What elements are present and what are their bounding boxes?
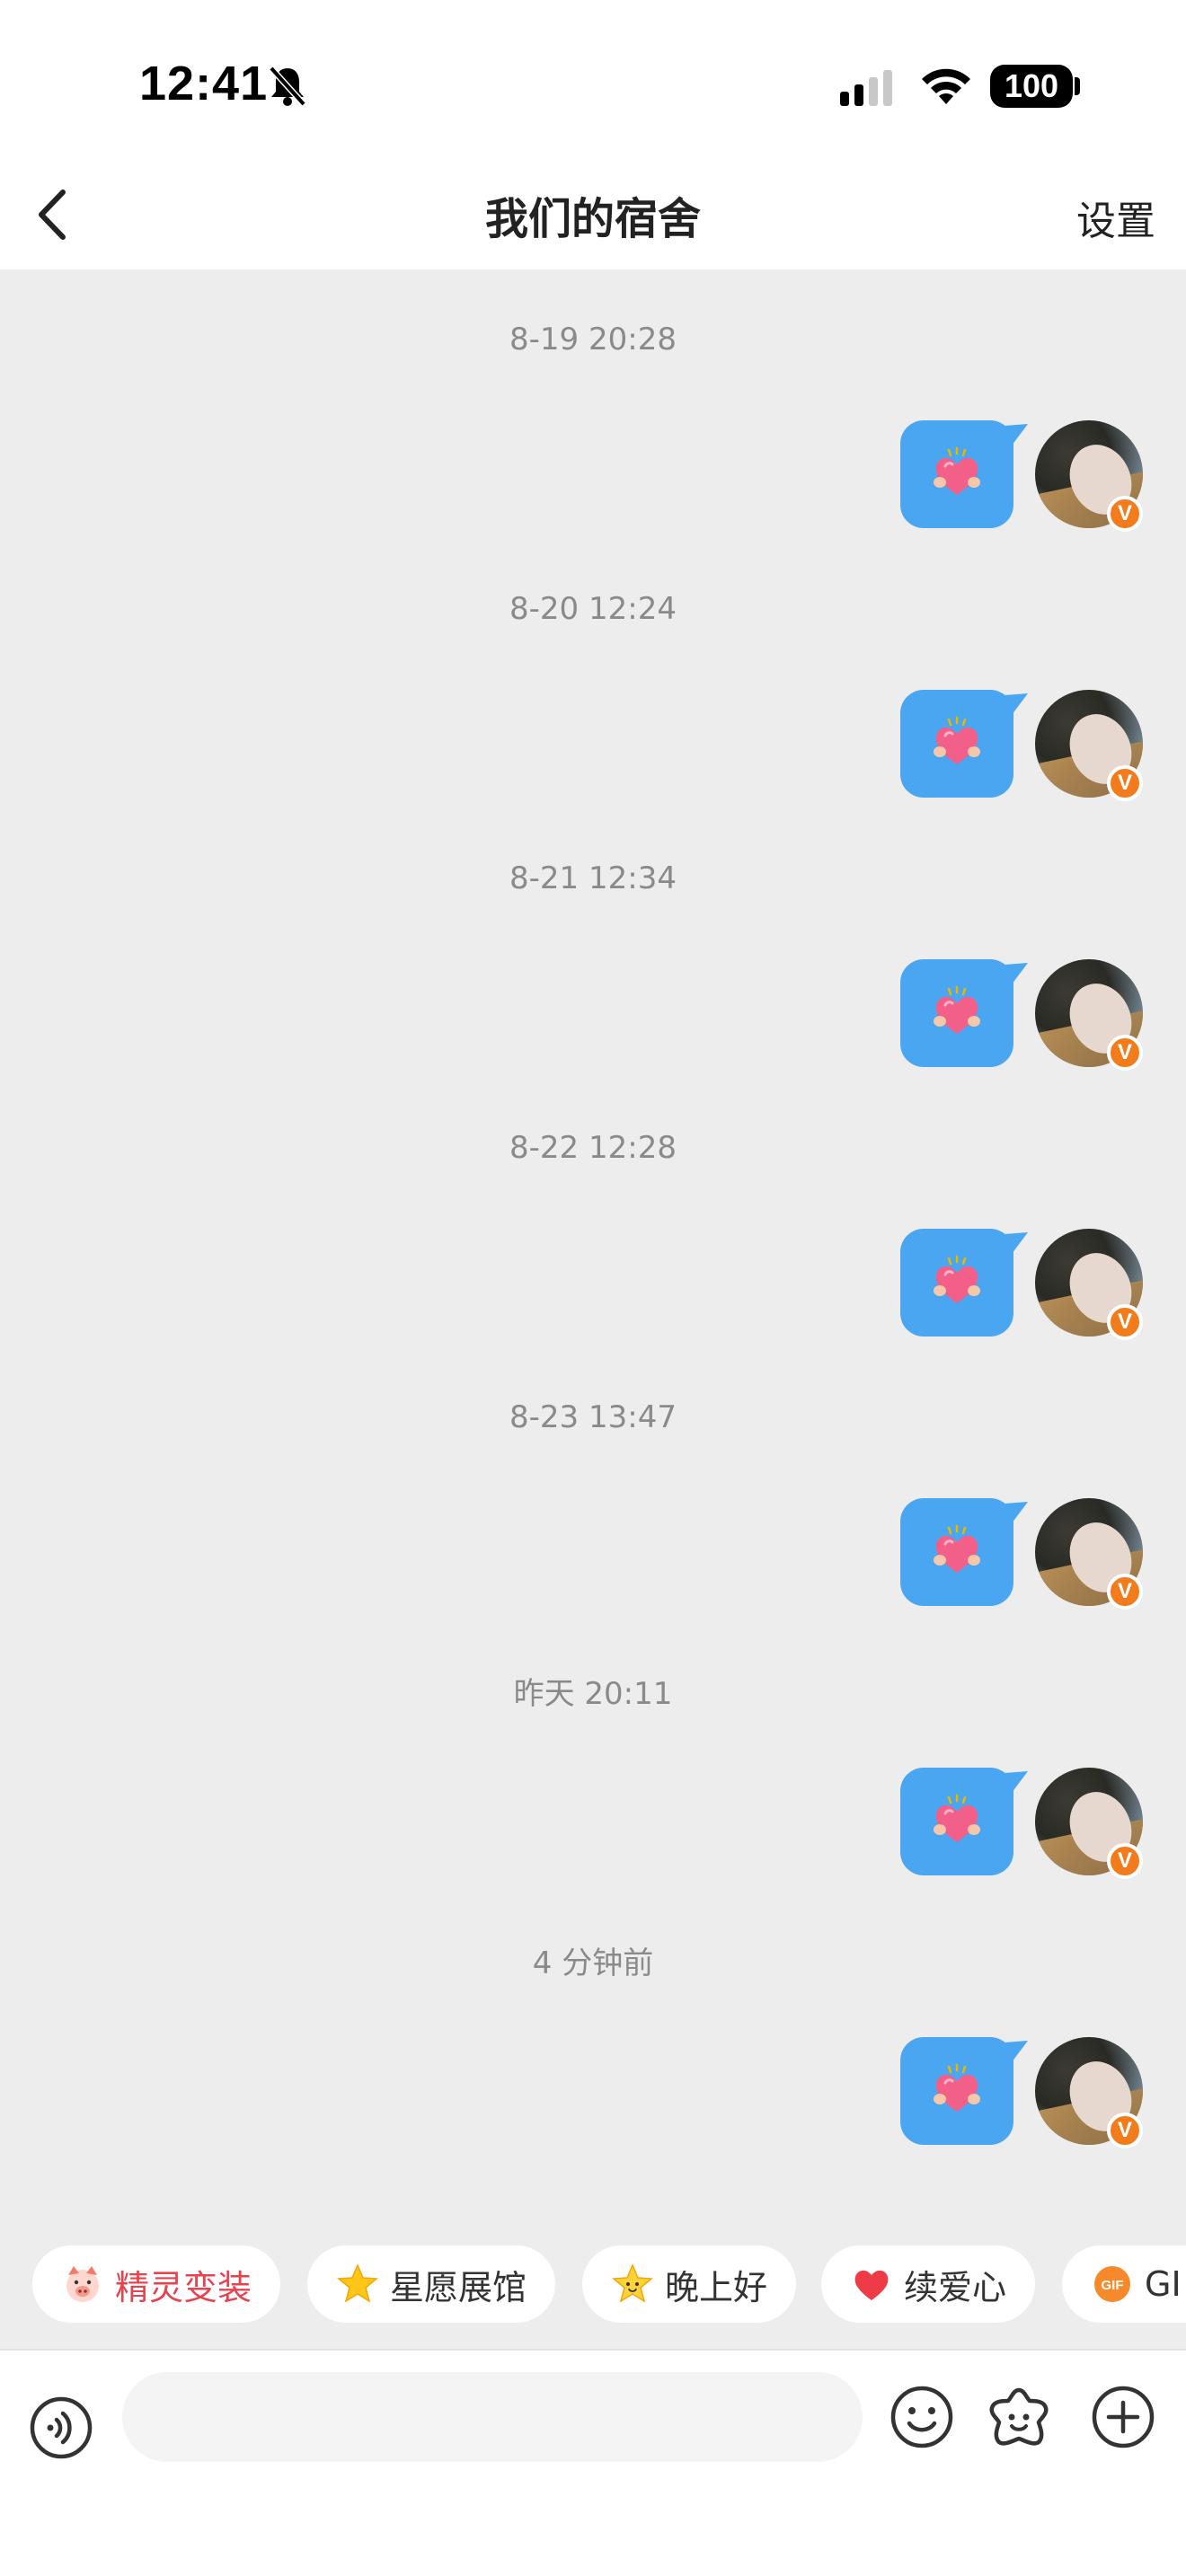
emoji-icon[interactable] xyxy=(890,2385,954,2449)
message-timestamp: 8-19 20:28 xyxy=(509,322,677,357)
bubble-tail xyxy=(1005,2041,1028,2062)
svg-text:GIF: GIF xyxy=(1102,2278,1124,2293)
quick-chip-label: 精灵变装 xyxy=(115,2267,252,2307)
heart-sticker-icon xyxy=(934,1794,980,1842)
quick-chip-label: 晚上好 xyxy=(665,2267,768,2307)
pig-face-icon xyxy=(61,2263,104,2306)
battery-tip xyxy=(1075,77,1080,95)
status-time: 12:41 xyxy=(139,57,269,110)
sticker-message-bubble[interactable] xyxy=(900,1768,1013,1875)
input-bar xyxy=(0,2349,1186,2576)
page-title: 我们的宿舍 xyxy=(484,194,701,244)
bubble-tail xyxy=(1005,693,1028,715)
message-item: 昨天 20:11 V xyxy=(0,1617,1186,1886)
cellular-signal-icon xyxy=(840,70,892,106)
nav-bar: 我们的宿舍 设置 xyxy=(0,162,1186,269)
message-timestamp: 昨天 20:11 xyxy=(513,1676,673,1712)
verified-badge: V xyxy=(1107,496,1143,532)
plus-icon[interactable] xyxy=(1091,2385,1155,2449)
bubble-tail xyxy=(1005,963,1028,984)
message-item: 8-19 20:28 V xyxy=(0,269,1186,539)
battery-icon: 100 xyxy=(990,65,1073,108)
status-bar: 12:41 100 xyxy=(0,0,1186,162)
bubble-tail xyxy=(1005,1502,1028,1523)
message-item: 8-23 13:47 V xyxy=(0,1347,1186,1617)
bubble-tail xyxy=(1005,424,1028,446)
quick-chip-label: 星愿展馆 xyxy=(390,2267,527,2307)
verified-badge: V xyxy=(1107,1843,1143,1879)
message-item: 8-22 12:28 V xyxy=(0,1078,1186,1347)
quick-chips-row[interactable]: 精灵变装 星愿展馆 晚上好 续爱心 GIF GI xyxy=(0,2245,1186,2326)
bubble-tail xyxy=(1005,1232,1028,1254)
heart-sticker-icon xyxy=(934,2063,980,2112)
quick-chip[interactable]: GIF GI xyxy=(1062,2245,1186,2323)
heart-sticker-icon xyxy=(934,716,980,764)
verified-badge: V xyxy=(1107,1574,1143,1610)
quick-chip-label: GI xyxy=(1145,2264,1182,2304)
quick-chip[interactable]: 精灵变装 xyxy=(32,2245,281,2323)
verified-badge: V xyxy=(1107,2113,1143,2148)
message-item: 8-21 12:34 V xyxy=(0,808,1186,1078)
heart-sticker-icon xyxy=(934,985,980,1034)
sticker-message-bubble[interactable] xyxy=(900,690,1013,798)
settings-button[interactable]: 设置 xyxy=(1076,189,1155,246)
message-timestamp: 8-21 12:34 xyxy=(509,860,677,896)
sticker-message-bubble[interactable] xyxy=(900,2037,1013,2145)
message-timestamp: 8-22 12:28 xyxy=(509,1130,677,1166)
heart-sticker-icon xyxy=(934,1255,980,1303)
heart-sticker-icon xyxy=(934,1524,980,1573)
quick-chip[interactable]: 星愿展馆 xyxy=(307,2245,556,2323)
heart-sticker-icon xyxy=(934,446,980,495)
sticker-message-bubble[interactable] xyxy=(900,959,1013,1067)
voice-input-icon[interactable] xyxy=(29,2395,93,2460)
sticker-message-bubble[interactable] xyxy=(900,1498,1013,1606)
sticker-message-bubble[interactable] xyxy=(900,420,1013,528)
sticker-message-bubble[interactable] xyxy=(900,1229,1013,1337)
quick-chip[interactable]: 晚上好 xyxy=(582,2245,797,2323)
star-icon xyxy=(336,2263,379,2306)
gif-icon: GIF xyxy=(1091,2263,1134,2306)
verified-badge: V xyxy=(1107,1035,1143,1071)
message-timestamp: 4 分钟前 xyxy=(532,1945,654,1981)
message-item: 8-20 12:24 V xyxy=(0,539,1186,808)
message-timestamp: 8-20 12:24 xyxy=(509,591,677,627)
wifi-icon xyxy=(922,68,970,104)
bubble-tail xyxy=(1005,1771,1028,1793)
star-face-icon xyxy=(611,2263,654,2306)
message-timestamp: 8-23 13:47 xyxy=(509,1399,677,1435)
quick-chip[interactable]: 续爱心 xyxy=(821,2245,1036,2323)
verified-badge: V xyxy=(1107,765,1143,801)
bell-muted-icon xyxy=(269,66,306,107)
message-item: 4 分钟前 V xyxy=(0,1886,1186,2156)
chat-message-list[interactable]: 8-19 20:28 V 8-20 12:24 V 8-21 12:34 V 8-22… xyxy=(0,269,1186,2349)
sticker-icon[interactable] xyxy=(985,2385,1053,2449)
heart-icon xyxy=(850,2263,893,2306)
message-input[interactable] xyxy=(122,2372,863,2462)
verified-badge: V xyxy=(1107,1304,1143,1340)
quick-chip-label: 续爱心 xyxy=(904,2267,1007,2307)
